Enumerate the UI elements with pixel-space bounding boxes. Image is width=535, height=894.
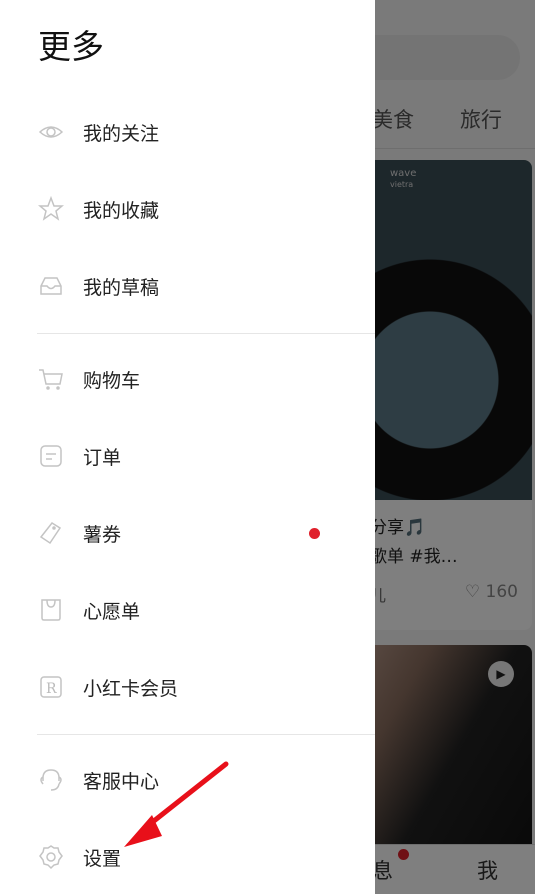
menu-item-label: 我的收藏	[83, 199, 160, 222]
menu-item[interactable]: 我的收藏	[0, 179, 375, 239]
menu-item[interactable]: 订单	[0, 426, 375, 486]
bag-icon	[41, 599, 61, 621]
menu-item[interactable]: 设置	[0, 827, 375, 887]
menu-item-label: 客服中心	[83, 770, 160, 793]
divider	[37, 333, 375, 334]
svg-text:R: R	[46, 681, 57, 697]
star-icon	[38, 196, 64, 221]
gear-icon	[39, 845, 63, 870]
menu-item-label: 订单	[83, 446, 122, 469]
menu-item[interactable]: 我的草稿	[0, 256, 375, 316]
menu-item-label: 购物车	[83, 369, 141, 392]
menu-item-label: 小红卡会员	[83, 677, 179, 700]
notification-dot	[309, 528, 320, 539]
divider	[37, 734, 375, 735]
menu-item-label: 设置	[83, 847, 122, 870]
menu-item-label: 心愿单	[83, 600, 141, 623]
eye-icon	[38, 126, 64, 138]
menu-item-label: 我的关注	[83, 122, 160, 145]
headset-icon	[40, 769, 62, 791]
menu-item[interactable]: 我的关注	[0, 102, 375, 162]
r-card-icon: R	[40, 676, 62, 698]
menu-item[interactable]: 薯券	[0, 503, 375, 563]
menu-item[interactable]: 购物车	[0, 349, 375, 409]
inbox-icon	[40, 277, 62, 295]
menu-item-label: 薯券	[83, 523, 122, 546]
coupon-icon	[39, 522, 62, 545]
side-drawer: 更多 我的关注我的收藏我的草稿购物车订单薯券心愿单 R 小红卡会员客服中心设置	[0, 0, 375, 894]
drawer-title: 更多	[38, 27, 104, 66]
menu-item[interactable]: R 小红卡会员	[0, 657, 375, 717]
cart-icon	[39, 369, 63, 390]
menu-item-label: 我的草稿	[83, 276, 160, 299]
order-icon	[40, 445, 62, 467]
menu-item[interactable]: 心愿单	[0, 580, 375, 640]
menu-item[interactable]: 客服中心	[0, 750, 375, 810]
